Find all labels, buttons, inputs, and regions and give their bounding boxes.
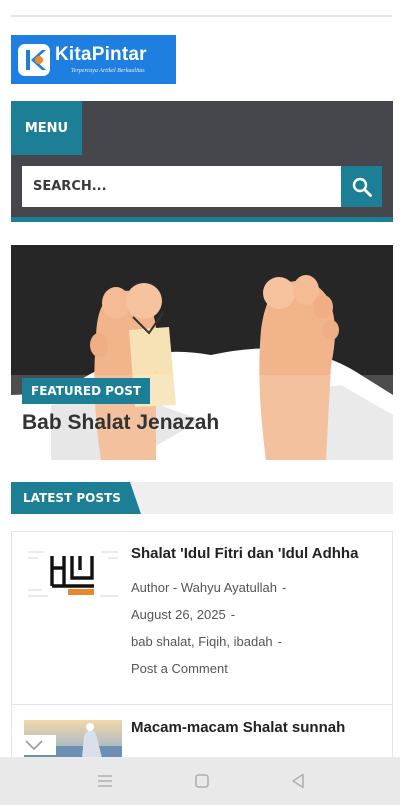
meta-separator: - <box>281 580 287 595</box>
recent-apps-button[interactable] <box>95 771 115 791</box>
system-navigation-bar <box>0 757 400 805</box>
post-thumbnail[interactable] <box>24 546 122 604</box>
post-title[interactable]: Macam-macam Shalat sunnah <box>131 719 345 736</box>
search-form <box>22 166 382 207</box>
post-title[interactable]: Shalat 'Idul Fitri dan 'Idul Adhha <box>131 545 358 562</box>
search-input[interactable] <box>22 166 341 207</box>
post-comment-link[interactable]: Post a Comment <box>131 661 228 676</box>
meta-separator: - <box>277 634 282 649</box>
search-icon <box>352 177 372 197</box>
meta-separator: - <box>230 607 236 622</box>
calligraphy-image <box>24 546 122 604</box>
post-author-row: Author - Wahyu Ayatullah - <box>131 580 286 595</box>
featured-badge: FEATURED POST <box>22 378 151 404</box>
menu-button[interactable]: MENU <box>11 101 82 155</box>
chevron-down-icon <box>25 740 43 750</box>
post-labels-row: bab shalat, Fiqih, ibadah - <box>131 634 282 649</box>
featured-post[interactable]: FEATURED POST Bab Shalat Jenazah <box>11 245 393 460</box>
list-item[interactable]: Shalat 'Idul Fitri dan 'Idul Adhha Autho… <box>12 532 392 705</box>
logo-mark-icon <box>18 43 50 76</box>
logo-tagline: Terpercaya Artikel Berkualitas <box>71 68 145 74</box>
home-button[interactable] <box>192 771 212 791</box>
search-button[interactable] <box>341 166 382 207</box>
post-author[interactable]: Author - Wahyu Ayatullah <box>131 580 277 595</box>
nav-accent-stripe <box>11 217 393 222</box>
featured-title[interactable]: Bab Shalat Jenazah <box>22 411 219 435</box>
post-labels[interactable]: bab shalat, Fiqih, ibadah <box>131 634 273 649</box>
collapse-button[interactable] <box>12 735 56 755</box>
latest-posts-label: LATEST POSTS <box>11 482 141 514</box>
back-triangle-icon <box>292 773 304 789</box>
logo-name: KitaPintar <box>55 44 147 65</box>
latest-posts-header: LATEST POSTS <box>11 482 393 514</box>
top-divider <box>11 15 392 17</box>
navigation-bar: MENU <box>11 101 393 222</box>
post-date: August 26, 2025 <box>131 607 226 622</box>
site-logo[interactable]: KitaPintar Terpercaya Artikel Berkualita… <box>11 35 176 84</box>
menu-icon <box>98 775 112 787</box>
post-date-row: August 26, 2025- <box>131 607 235 622</box>
back-button[interactable] <box>288 771 308 791</box>
post-list: Shalat 'Idul Fitri dan 'Idul Adhha Autho… <box>11 531 393 791</box>
home-square-icon <box>195 774 209 788</box>
